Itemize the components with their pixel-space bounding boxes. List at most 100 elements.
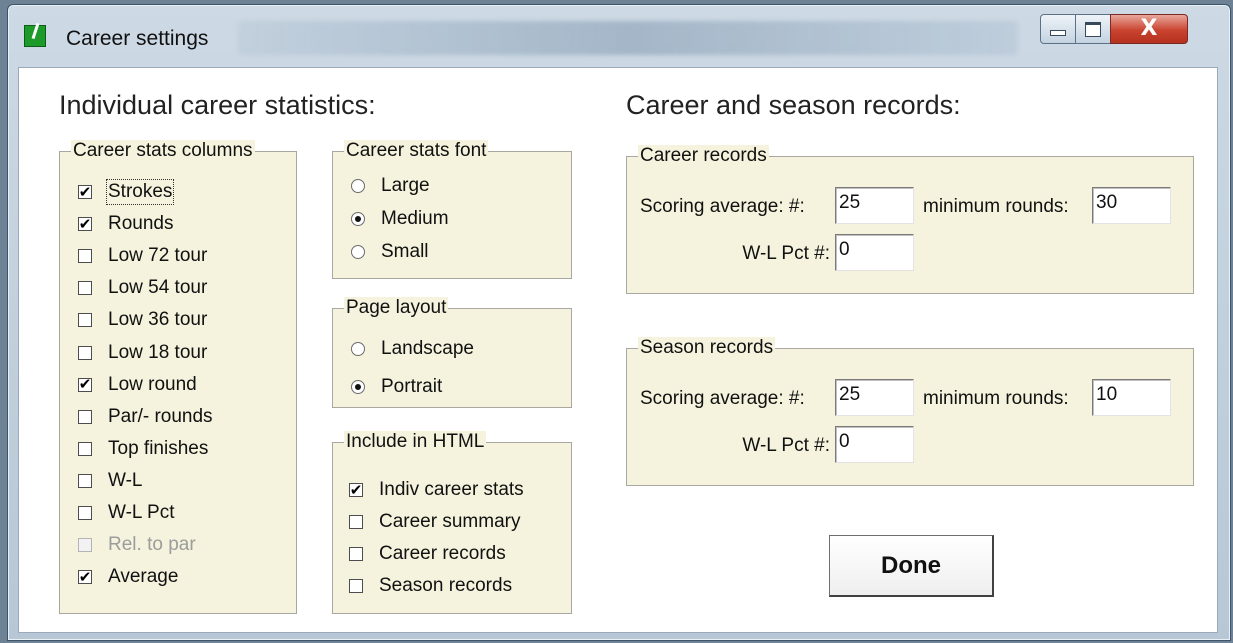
- checkbox-average[interactable]: ✔ Average: [78, 565, 178, 589]
- radio-label: Medium: [381, 208, 449, 229]
- checkbox-box[interactable]: [349, 547, 363, 561]
- checkbox-w-l[interactable]: W-L: [78, 469, 142, 493]
- career-minimum-rounds-input[interactable]: 30: [1092, 187, 1171, 224]
- checkbox-top-finishes[interactable]: Top finishes: [78, 437, 208, 461]
- career-stats-columns-group: Career stats columns ✔ Strokes ✔ Rounds Low …: [59, 140, 297, 614]
- checkbox-low-54-tour[interactable]: Low 54 tour: [78, 276, 207, 300]
- career-wl-pct-input[interactable]: 0: [835, 234, 914, 271]
- checkbox-career-records[interactable]: Career records: [349, 542, 506, 566]
- checkmark-icon[interactable]: ✔: [78, 184, 92, 199]
- wl-pct-label: W-L Pct #:: [742, 243, 830, 264]
- include-in-html-group: Include in HTML ✔ Indiv career stats Caree…: [332, 431, 572, 614]
- checkbox-rounds[interactable]: ✔ Rounds: [78, 212, 174, 236]
- radio-selected-icon[interactable]: [351, 380, 365, 394]
- checkbox-label: Top finishes: [108, 437, 209, 459]
- checkbox-box: [78, 538, 92, 553]
- checkbox-strokes[interactable]: ✔ Strokes: [78, 179, 175, 205]
- radio-icon[interactable]: [351, 342, 365, 356]
- radio-dot: [355, 216, 361, 222]
- radio-label: Portrait: [381, 376, 443, 397]
- checkbox-label: W-L Pct: [108, 502, 175, 523]
- checkbox-season-records[interactable]: Season records: [349, 574, 512, 598]
- checkbox-indiv-career-stats[interactable]: ✔ Indiv career stats: [349, 478, 524, 502]
- checkbox-low-round[interactable]: ✔ Low round: [78, 373, 197, 397]
- radio-selected-icon[interactable]: [351, 212, 365, 226]
- checkmark-icon[interactable]: ✔: [78, 216, 92, 232]
- checkmark-icon[interactable]: ✔: [78, 377, 92, 392]
- minimum-rounds-label: minimum rounds:: [923, 196, 1069, 217]
- app-icon: [24, 25, 46, 47]
- close-icon: X: [1140, 16, 1158, 41]
- checkbox-label: Average: [108, 566, 179, 588]
- checkbox-box[interactable]: [349, 579, 363, 593]
- checkbox-box[interactable]: [78, 441, 92, 456]
- career-stats-font-group: Career stats font Large Medium Small: [332, 140, 572, 279]
- scoring-average-label: Scoring average: #:: [640, 196, 805, 217]
- minimum-rounds-label: minimum rounds:: [923, 388, 1069, 409]
- checkbox-career-summary[interactable]: Career summary: [349, 510, 520, 534]
- checkbox-label: Low 36 tour: [108, 309, 208, 331]
- checkbox-label: Career summary: [379, 511, 521, 532]
- minimize-button[interactable]: [1040, 14, 1076, 44]
- career-records-group: Career records Scoring average: #: 25 mi…: [626, 145, 1194, 294]
- radio-medium[interactable]: Medium: [351, 207, 449, 231]
- checkbox-box[interactable]: [78, 506, 92, 520]
- radio-icon[interactable]: [351, 245, 365, 259]
- background-tabs: [238, 21, 1018, 55]
- close-button[interactable]: X: [1110, 14, 1188, 44]
- checkbox-label: Low 54 tour: [108, 277, 208, 299]
- season-wl-pct-input[interactable]: 0: [835, 426, 914, 463]
- radio-portrait[interactable]: Portrait: [351, 375, 442, 399]
- group-legend: Page layout: [344, 297, 449, 319]
- checkbox-box[interactable]: [78, 313, 92, 328]
- dialog-client-area: Individual career statistics: Career and…: [18, 67, 1218, 633]
- checkbox-low-36-tour[interactable]: Low 36 tour: [78, 308, 207, 332]
- checkbox-box[interactable]: [349, 515, 363, 529]
- checkbox-rel-to-par: Rel. to par: [78, 533, 196, 557]
- checkbox-label: W-L: [108, 469, 143, 491]
- checkbox-box[interactable]: [78, 409, 92, 424]
- checkbox-box[interactable]: [78, 473, 92, 488]
- radio-large[interactable]: Large: [351, 174, 430, 198]
- checkbox-label: Career records: [379, 543, 506, 564]
- checkbox-label: Indiv career stats: [379, 479, 524, 500]
- group-legend: Career stats font: [344, 140, 489, 162]
- checkbox-label: Season records: [379, 575, 513, 596]
- window-title: Career settings: [66, 27, 209, 50]
- title-bar[interactable]: Career settings X: [8, 5, 1230, 67]
- group-legend: Season records: [638, 337, 776, 359]
- maximize-button[interactable]: [1075, 14, 1111, 44]
- checkbox-box[interactable]: [78, 345, 92, 360]
- scoring-average-label: Scoring average: #:: [640, 388, 805, 409]
- maximize-icon: [1085, 21, 1101, 37]
- group-legend: Career stats columns: [71, 140, 255, 162]
- season-records-group: Season records Scoring average: #: 25 mi…: [626, 337, 1194, 486]
- checkbox-box[interactable]: [78, 281, 92, 296]
- checkbox-low-18-tour[interactable]: Low 18 tour: [78, 341, 207, 365]
- checkbox-box[interactable]: [78, 249, 92, 264]
- radio-small[interactable]: Small: [351, 240, 429, 264]
- checkbox-label: Par/- rounds: [108, 405, 213, 427]
- checkbox-par-rounds[interactable]: Par/- rounds: [78, 405, 213, 429]
- checkmark-icon[interactable]: ✔: [349, 482, 363, 497]
- radio-label: Small: [381, 241, 429, 262]
- checkbox-w-l-pct[interactable]: W-L Pct: [78, 501, 175, 525]
- checkmark-icon[interactable]: ✔: [78, 569, 92, 585]
- records-heading: Career and season records:: [626, 90, 961, 120]
- page-layout-group: Page layout Landscape Portrait: [332, 297, 572, 408]
- group-legend: Career records: [638, 145, 769, 167]
- radio-label: Landscape: [381, 338, 474, 359]
- done-button[interactable]: Done: [829, 535, 994, 597]
- season-scoring-average-input[interactable]: 25: [835, 379, 914, 416]
- season-minimum-rounds-input[interactable]: 10: [1092, 379, 1171, 416]
- checkbox-label: Low round: [108, 373, 197, 395]
- radio-landscape[interactable]: Landscape: [351, 337, 474, 361]
- checkbox-low-72-tour[interactable]: Low 72 tour: [78, 244, 207, 268]
- group-legend: Include in HTML: [344, 431, 487, 453]
- checkbox-label: Rel. to par: [108, 534, 196, 556]
- checkbox-label: Rounds: [108, 213, 174, 235]
- career-scoring-average-input[interactable]: 25: [835, 187, 914, 224]
- checkbox-label: Low 18 tour: [108, 341, 208, 363]
- minimize-icon: [1050, 30, 1066, 36]
- radio-icon[interactable]: [351, 179, 365, 193]
